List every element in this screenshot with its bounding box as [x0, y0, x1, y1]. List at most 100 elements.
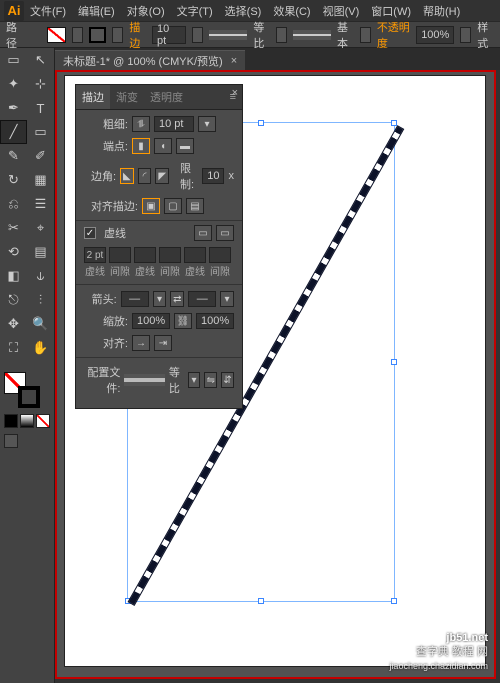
tool-symbol-spray[interactable]: ⎋	[0, 288, 27, 312]
tool-line-segment[interactable]: ╱	[0, 120, 27, 144]
color-mode-gradient[interactable]	[20, 414, 34, 428]
profile-flip-v-icon[interactable]: ⇵	[221, 372, 234, 388]
tool-direct-select[interactable]: ↖	[27, 48, 54, 72]
tool-rotate[interactable]: ↻	[0, 168, 27, 192]
dash-2-field[interactable]	[134, 247, 156, 263]
arrow-scale-start[interactable]: 100%	[132, 313, 170, 329]
arrow-start-field[interactable]: —	[121, 291, 149, 307]
menu-type[interactable]: 文字(T)	[177, 3, 213, 19]
stroke-swatch-menu-icon[interactable]	[112, 27, 123, 43]
fill-swatch[interactable]	[47, 27, 66, 43]
panel-tab-gradient[interactable]: 渐变	[110, 85, 144, 109]
panel-tab-stroke[interactable]: 描边	[76, 85, 110, 109]
profile-flip-h-icon[interactable]: ⇋	[204, 372, 217, 388]
weight-menu-icon[interactable]: ▾	[198, 116, 216, 132]
stroke-weight-stepper-icon[interactable]	[192, 27, 203, 43]
panel-tab-transparency[interactable]: 透明度	[144, 85, 189, 109]
menu-object[interactable]: 对象(O)	[127, 3, 165, 19]
panel-close-icon[interactable]: ×	[232, 87, 238, 99]
color-mode-none[interactable]	[36, 414, 50, 428]
tool-gradient[interactable]: ▤	[27, 240, 54, 264]
tool-blend[interactable]: ⫝	[27, 264, 54, 288]
handle-tc[interactable]	[258, 120, 264, 126]
align-inside-icon[interactable]: ▢	[164, 198, 182, 214]
close-tab-icon[interactable]: ×	[231, 55, 237, 67]
stroke-weight-field[interactable]: 10 pt	[152, 26, 186, 44]
tool-eyedropper[interactable]: ◧	[0, 264, 27, 288]
tool-lasso[interactable]: ⊹	[27, 72, 54, 96]
tool-shape-builder[interactable]: ✂	[0, 216, 27, 240]
arrow-swap-icon[interactable]: ⇄	[170, 291, 184, 307]
arrow-scale-end[interactable]: 100%	[196, 313, 234, 329]
gap-2-field[interactable]	[159, 247, 181, 263]
brush-menu-icon[interactable]	[360, 27, 371, 43]
opacity-link[interactable]: 不透明度	[377, 19, 410, 51]
stroke-swatch[interactable]	[89, 27, 107, 43]
tool-paintbrush[interactable]: ✎	[0, 144, 27, 168]
brush-definition[interactable]	[293, 30, 331, 40]
fill-stroke-control[interactable]	[0, 368, 54, 452]
menu-help[interactable]: 帮助(H)	[423, 3, 460, 19]
menu-file[interactable]: 文件(F)	[30, 3, 66, 19]
tool-perspective[interactable]: ⌖	[27, 216, 54, 240]
variable-width-menu-icon[interactable]	[276, 27, 287, 43]
tool-magic-wand[interactable]: ✦	[0, 72, 27, 96]
profile-preview[interactable]	[124, 374, 164, 386]
variable-width-profile[interactable]	[209, 30, 247, 40]
document-tab[interactable]: 未标题-1* @ 100% (CMYK/预览) ×	[55, 50, 245, 70]
cap-projecting-icon[interactable]: ▬	[176, 138, 194, 154]
tool-mesh[interactable]: ⟲	[0, 240, 27, 264]
dash-align-icon[interactable]: ▭	[216, 225, 234, 241]
tool-type[interactable]: T	[27, 96, 54, 120]
dashed-checkbox[interactable]: ✓	[84, 227, 96, 239]
tool-slice[interactable]: ⛶	[0, 336, 27, 360]
opacity-field[interactable]: 100%	[416, 26, 454, 44]
handle-br[interactable]	[391, 598, 397, 604]
tool-pencil[interactable]: ✐	[27, 144, 54, 168]
screen-mode-normal[interactable]	[4, 434, 18, 448]
tool-zoom[interactable]: 🔍	[27, 312, 54, 336]
arrow-align-end-icon[interactable]: ⇥	[154, 335, 172, 351]
tool-column-graph[interactable]: ⫶	[27, 288, 54, 312]
profile-menu-icon[interactable]: ▾	[188, 372, 201, 388]
menu-view[interactable]: 视图(V)	[323, 3, 360, 19]
dash-1-field[interactable]: 2 pt	[84, 247, 106, 263]
align-outside-icon[interactable]: ▤	[186, 198, 204, 214]
weight-field[interactable]: 10 pt	[154, 116, 194, 132]
arrow-end-menu-icon[interactable]: ▾	[220, 291, 234, 307]
menu-select[interactable]: 选择(S)	[225, 3, 262, 19]
arrow-scale-link-icon[interactable]: ⛓	[174, 313, 192, 329]
dash-3-field[interactable]	[184, 247, 206, 263]
tool-selection[interactable]: ▭	[0, 48, 27, 72]
gap-3-field[interactable]	[209, 247, 231, 263]
tool-width[interactable]: ⎌	[0, 192, 27, 216]
cap-butt-icon[interactable]: ▮	[132, 138, 150, 154]
menu-effect[interactable]: 效果(C)	[273, 3, 310, 19]
limit-field[interactable]: 10	[202, 168, 224, 184]
handle-bc[interactable]	[258, 598, 264, 604]
fill-swatch-menu-icon[interactable]	[72, 27, 83, 43]
tool-pen[interactable]: ✒	[0, 96, 27, 120]
arrow-align-tip-icon[interactable]: →	[132, 335, 150, 351]
stroke-indicator[interactable]	[18, 386, 40, 408]
dash-preserve-icon[interactable]: ▭	[194, 225, 212, 241]
corner-round-icon[interactable]: ◜	[138, 168, 152, 184]
tool-artboard[interactable]: ✥	[0, 312, 27, 336]
color-mode-solid[interactable]	[4, 414, 18, 428]
opacity-menu-icon[interactable]	[460, 27, 471, 43]
tool-scale[interactable]: ▦	[27, 168, 54, 192]
menu-edit[interactable]: 编辑(E)	[78, 3, 115, 19]
menu-window[interactable]: 窗口(W)	[371, 3, 411, 19]
arrow-end-field[interactable]: —	[188, 291, 216, 307]
tool-rectangle[interactable]: ▭	[27, 120, 54, 144]
weight-link-icon[interactable]: ⥮	[132, 116, 150, 132]
handle-mr[interactable]	[391, 359, 397, 365]
tool-free-transform[interactable]: ☰	[27, 192, 54, 216]
align-center-icon[interactable]: ▣	[142, 198, 160, 214]
stroke-link[interactable]: 描边	[129, 19, 146, 51]
corner-miter-icon[interactable]: ◣	[120, 168, 134, 184]
tool-hand[interactable]: ✋	[27, 336, 54, 360]
gap-1-field[interactable]	[109, 247, 131, 263]
cap-round-icon[interactable]: ◖	[154, 138, 172, 154]
corner-bevel-icon[interactable]: ◤	[155, 168, 169, 184]
